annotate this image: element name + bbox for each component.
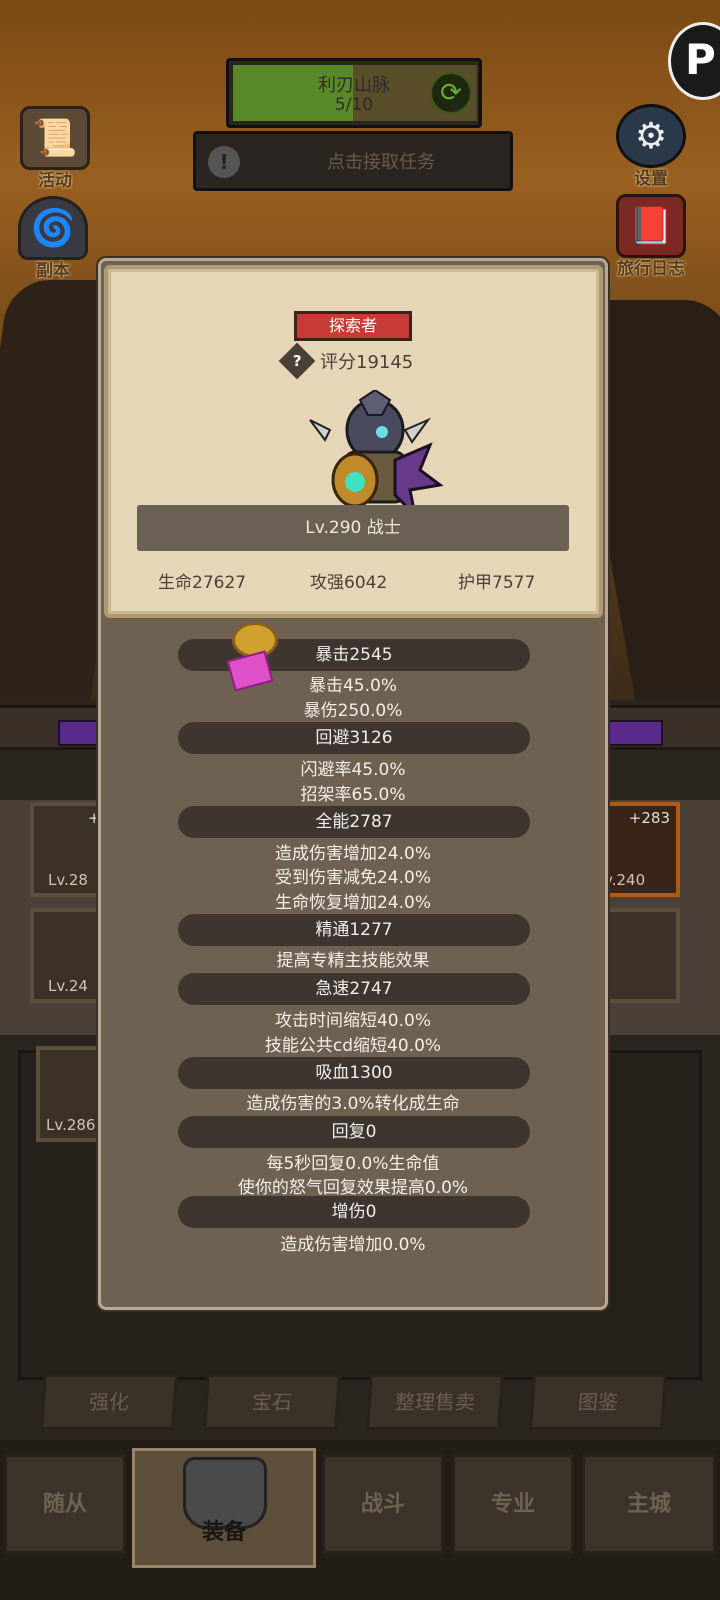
attr-line: 暴击45.0% (308, 676, 397, 696)
refresh-icon[interactable]: ⟳ (430, 72, 472, 114)
item-level: v.240 (604, 871, 646, 889)
hp-stat: 生命27627 (158, 573, 247, 593)
tab-battle[interactable]: 战斗 (322, 1454, 444, 1554)
attr-line: 招架率65.0% (300, 785, 406, 805)
settings-label: 设置 (634, 169, 668, 189)
attr-header-mastery: 精通1277 (178, 914, 530, 946)
activity-button[interactable]: 📜 活动 (10, 106, 100, 191)
tab-main-city[interactable]: 主城 (582, 1454, 716, 1554)
attr-line: 暴伤250.0% (303, 701, 403, 721)
scroll-icon: 📜 (20, 106, 90, 170)
attr-header-damage-bonus: 增伤0 (178, 1196, 530, 1228)
item-level: Lv.24 (48, 977, 88, 995)
attr-line: 造成伤害增加24.0% (274, 844, 431, 864)
travel-log-button[interactable]: 📕 旅行日志 (606, 194, 696, 279)
travel-log-label: 旅行日志 (617, 259, 685, 279)
task-label: 点击接取任务 (327, 152, 435, 173)
sort-sell-button[interactable]: 整理售卖 (366, 1374, 504, 1430)
dungeon-label: 副本 (36, 261, 70, 281)
codex-button[interactable]: 图鉴 (529, 1374, 667, 1430)
item-level: Lv.28 (48, 871, 88, 889)
attr-line: 提高专精主技能效果 (276, 951, 430, 971)
enhance-level: +283 (628, 809, 670, 827)
score-text: 评分19145 (320, 352, 414, 373)
attr-header-avoid: 回避3126 (178, 722, 530, 754)
title-badge: 探索者 (294, 311, 412, 341)
activity-label: 活动 (38, 171, 72, 191)
alert-icon: ! (208, 146, 240, 178)
tab-profession[interactable]: 专业 (452, 1454, 574, 1554)
attr-line: 闪避率45.0% (300, 760, 406, 780)
gem-button[interactable]: 宝石 (203, 1374, 341, 1430)
portal-icon: 🌀 (18, 196, 88, 260)
inventory-item[interactable]: Lv.286 (36, 1046, 106, 1142)
attr-line: 技能公共cd缩短40.0% (264, 1036, 442, 1056)
attr-header-versatility: 全能2787 (178, 806, 530, 838)
attr-line: 受到伤害减免24.0% (274, 868, 431, 888)
level-class-banner: Lv.290 战士 (137, 505, 569, 551)
attr-header-haste: 急速2747 (178, 973, 530, 1005)
tab-equipment[interactable]: 装备 (132, 1448, 316, 1568)
accept-task-button[interactable]: ! 点击接取任务 (193, 131, 513, 191)
enhance-button[interactable]: 强化 (40, 1374, 178, 1430)
attr-line: 攻击时间缩短40.0% (274, 1011, 431, 1031)
gear-icon: ⚙ (616, 104, 686, 168)
attr-line: 生命恢复增加24.0% (274, 893, 431, 913)
attr-line: 造成伤害的3.0%转化成生命 (246, 1094, 460, 1114)
armor-stat: 护甲7577 (458, 573, 536, 593)
dungeon-button[interactable]: 🌀 副本 (8, 196, 98, 281)
attr-line: 每5秒回复0.0%生命值 (266, 1154, 440, 1174)
attr-header-regen: 回复0 (178, 1116, 530, 1148)
attack-stat: 攻强6042 (310, 573, 388, 593)
score-row: ? 评分19145 (278, 342, 414, 380)
help-icon[interactable]: ? (278, 342, 316, 380)
attr-header-lifesteal: 吸血1300 (178, 1057, 530, 1089)
tab-followers[interactable]: 随从 (4, 1454, 126, 1554)
exp-bar-right (608, 720, 663, 746)
book-icon: 📕 (616, 194, 686, 258)
tab-equipment-label: 装备 (201, 1520, 246, 1545)
item-level: Lv.286 (46, 1116, 96, 1134)
attr-line: 使你的怒气回复效果提高0.0% (237, 1178, 469, 1198)
attr-line: 造成伤害增加0.0% (280, 1235, 426, 1255)
settings-button[interactable]: ⚙ 设置 (606, 104, 696, 189)
